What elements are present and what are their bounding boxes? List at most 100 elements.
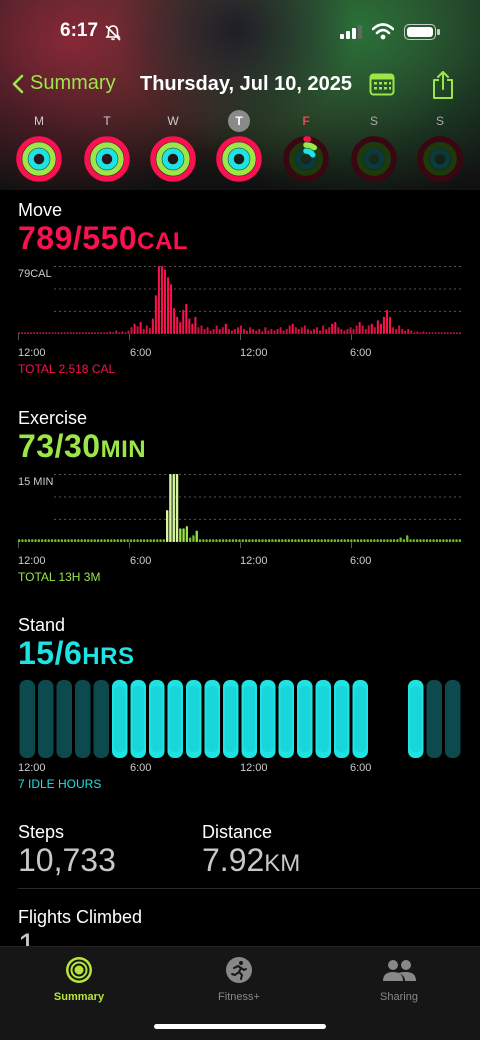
chart-bar (334, 321, 337, 334)
chart-bar (113, 539, 116, 542)
chart-bar (396, 539, 399, 542)
calendar-icon[interactable] (369, 72, 395, 96)
chart-bar (156, 539, 159, 542)
chart-bar (189, 537, 192, 542)
move-total: TOTAL 2,518 CAL (18, 362, 116, 376)
chart-bar (21, 332, 24, 334)
chart-bar (458, 539, 461, 542)
day-letter: M (34, 114, 44, 128)
chart-bar (340, 328, 343, 334)
chart-bar (47, 539, 50, 542)
stand-hour-idle (56, 680, 72, 758)
chart-bar (169, 474, 172, 542)
day-1[interactable]: T (79, 110, 135, 182)
chart-bar (93, 539, 96, 542)
chart-bar (136, 539, 139, 542)
chart-bar (149, 539, 152, 542)
flights-value: 1 (18, 927, 36, 946)
day-letter: T (228, 110, 250, 132)
chart-bar (303, 325, 306, 334)
chart-bar (440, 332, 443, 334)
chart-bar (314, 539, 317, 542)
day-3[interactable]: T (211, 110, 267, 182)
chart-bar (83, 539, 87, 542)
chart-bar (228, 539, 231, 542)
day-4[interactable]: F (278, 110, 334, 182)
day-letter: S (435, 114, 444, 128)
share-icon[interactable] (431, 70, 455, 100)
chart-bar (271, 539, 274, 542)
stand-hour-bar-shade (299, 686, 311, 752)
chart-bar (281, 539, 284, 542)
chart-bar (360, 539, 363, 542)
sharing-people-icon (383, 960, 416, 981)
day-letter: S (369, 114, 378, 128)
chart-bar (175, 474, 179, 542)
chart-bar (198, 539, 202, 542)
tab-summary[interactable]: Summary (19, 955, 139, 1003)
chart-bar (319, 330, 322, 334)
activity-rings-icon (16, 136, 62, 182)
chart-bar (127, 330, 130, 334)
chart-bar (343, 539, 346, 542)
stand-hour-bar-shade (132, 686, 144, 752)
back-button[interactable]: Summary (12, 72, 116, 95)
chart-bar (409, 539, 412, 542)
chart-bar (145, 325, 148, 334)
chart-bar (18, 539, 21, 542)
move-value: 789/550CAL (18, 220, 188, 257)
chart-bar (215, 325, 218, 334)
tab-fitness-plus[interactable]: Fitness+ (179, 955, 299, 1003)
day-5[interactable]: S (346, 110, 402, 182)
chart-bar (398, 325, 401, 334)
chart-bar (244, 539, 248, 542)
move-tick-1: 6:00 (130, 347, 152, 359)
chart-bar (317, 539, 320, 542)
stand-hour-idle (75, 680, 91, 758)
chart-bar (331, 323, 334, 334)
day-0[interactable]: M (11, 110, 67, 182)
chart-bar (294, 327, 297, 334)
chart-bar (395, 328, 398, 334)
chart-bar (37, 539, 41, 542)
tab-sharing[interactable]: Sharing (339, 955, 459, 1003)
distance-value-unit: KM (264, 850, 301, 877)
stand-hour-bar-shade (280, 686, 292, 752)
chart-bar (240, 325, 243, 334)
activity-rings-icon (84, 136, 130, 182)
chart-bar (208, 539, 212, 542)
chart-bar (166, 510, 169, 542)
chart-bar (369, 539, 373, 542)
activity-rings-icon (150, 136, 196, 182)
exercise-chart (18, 474, 462, 548)
chart-bar (350, 539, 353, 542)
chart-bar (304, 539, 307, 542)
chart-bar (322, 325, 325, 334)
chart-bar (97, 332, 100, 334)
chart-bar (160, 266, 163, 334)
home-indicator (154, 1024, 326, 1029)
page-title: Thursday, Jul 10, 2025 (140, 73, 352, 95)
day-2[interactable]: W (145, 110, 201, 182)
chart-bar (197, 327, 200, 334)
move-tick-0: 12:00 (18, 347, 46, 359)
chart-bar (373, 539, 376, 542)
stand-hour-bar-shade (188, 686, 200, 752)
day-6[interactable]: S (412, 110, 468, 182)
cellular-signal-icon (340, 25, 362, 39)
chart-bar (325, 328, 328, 334)
stats-divider (18, 888, 480, 889)
chart-bar (425, 332, 428, 334)
stand-hour-bar-shade (243, 686, 255, 752)
chart-bar (252, 328, 255, 334)
stand-value-unit: HRS (82, 643, 135, 670)
chart-bar (255, 330, 258, 334)
chart-bar (39, 332, 42, 334)
status-time: 6:17 (60, 20, 99, 41)
chart-bar (24, 332, 27, 334)
chart-bar (254, 539, 258, 542)
chart-bar (167, 277, 170, 334)
exercise-value-unit: MIN (100, 436, 147, 463)
chart-bar (63, 332, 66, 334)
exercise-value-number: 73/30 (18, 428, 101, 464)
